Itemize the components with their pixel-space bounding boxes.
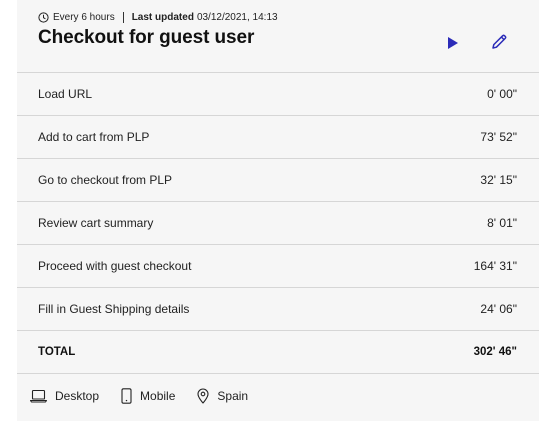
step-duration: 32' 15" <box>480 173 517 187</box>
card-header: Every 6 hours Last updated 03/12/2021, 1… <box>17 0 539 73</box>
step-duration: 0' 00" <box>487 87 517 101</box>
clock-icon <box>38 12 49 23</box>
schedule-meta: Every 6 hours Last updated 03/12/2021, 1… <box>38 12 278 23</box>
location-pin-icon <box>197 388 209 404</box>
laptop-icon <box>30 389 47 403</box>
device-label-mobile: Mobile <box>140 389 176 403</box>
scenario-title: Checkout for guest user <box>38 27 255 48</box>
last-updated-value: 03/12/2021, 14:13 <box>196 12 278 23</box>
step-row: Review cart summary 8' 01" <box>17 202 539 245</box>
step-duration: 8' 01" <box>487 216 517 230</box>
card-footer: Desktop Mobile Spain <box>30 388 270 404</box>
step-row: Add to cart from PLP 73' 52" <box>17 116 539 159</box>
step-label: Add to cart from PLP <box>38 130 150 144</box>
step-duration: 73' 52" <box>480 130 517 144</box>
steps-list: Load URL 0' 00" Add to cart from PLP 73'… <box>17 73 539 374</box>
step-label: Review cart summary <box>38 216 154 230</box>
pencil-icon <box>492 34 507 49</box>
play-icon <box>448 37 458 49</box>
step-label: Go to checkout from PLP <box>38 173 173 187</box>
step-label: Proceed with guest checkout <box>38 259 192 273</box>
step-label: Fill in Guest Shipping details <box>38 302 190 316</box>
total-label: TOTAL <box>38 346 76 358</box>
step-label: Load URL <box>38 87 93 101</box>
device-tag-mobile: Mobile <box>121 388 175 404</box>
last-updated-label: Last updated <box>131 12 194 23</box>
location-label: Spain <box>217 389 249 403</box>
step-duration: 24' 06" <box>480 302 517 316</box>
step-row: Go to checkout from PLP 32' 15" <box>17 159 539 202</box>
location-tag: Spain <box>197 388 248 404</box>
step-row: Fill in Guest Shipping details 24' 06" <box>17 288 539 331</box>
edit-button[interactable] <box>488 31 510 53</box>
mobile-icon <box>121 388 132 404</box>
meta-divider <box>122 12 124 23</box>
step-row: Load URL 0' 00" <box>17 73 539 116</box>
step-row: Proceed with guest checkout 164' 31" <box>17 245 539 288</box>
schedule-frequency: Every 6 hours <box>53 12 115 23</box>
scenario-card: Every 6 hours Last updated 03/12/2021, 1… <box>17 0 539 421</box>
run-button[interactable] <box>442 32 464 54</box>
total-duration: 302' 46" <box>473 346 517 358</box>
device-label-desktop: Desktop <box>55 389 100 403</box>
device-tag-desktop: Desktop <box>30 389 99 403</box>
total-row: TOTAL 302' 46" <box>17 331 539 374</box>
step-duration: 164' 31" <box>473 259 517 273</box>
